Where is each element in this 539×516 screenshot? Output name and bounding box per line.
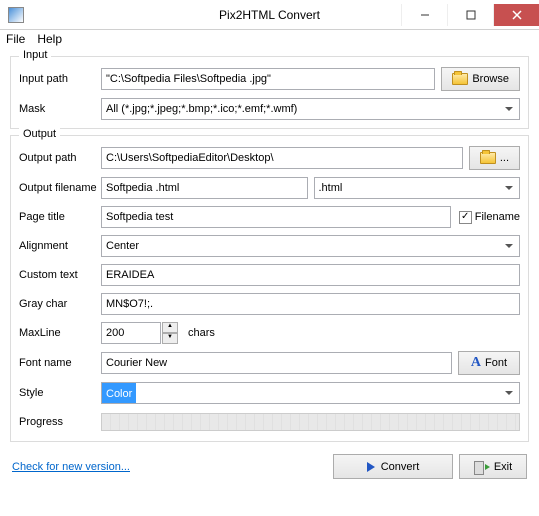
check-version-link[interactable]: Check for new version... — [12, 461, 130, 473]
maxline-label: MaxLine — [19, 327, 101, 339]
font-name-field[interactable] — [101, 352, 452, 374]
maxline-field[interactable] — [101, 322, 161, 344]
filename-checkbox[interactable]: ✓ — [459, 211, 472, 224]
style-label: Style — [19, 387, 101, 399]
exit-icon — [474, 461, 488, 473]
maxline-up[interactable]: ▲ — [162, 322, 178, 333]
output-path-field[interactable] — [101, 147, 463, 169]
convert-button[interactable]: Convert — [333, 454, 453, 479]
exit-button[interactable]: Exit — [459, 454, 527, 479]
menu-help[interactable]: Help — [37, 32, 62, 48]
page-title-field[interactable] — [101, 206, 451, 228]
input-group-title: Input — [19, 49, 51, 61]
app-icon — [8, 7, 24, 23]
filename-checkbox-label: Filename — [475, 211, 520, 223]
menu-file[interactable]: File — [6, 32, 25, 48]
maximize-button[interactable] — [447, 4, 493, 26]
chars-label: chars — [188, 327, 215, 339]
input-path-label: Input path — [19, 73, 101, 85]
browse-button[interactable]: Browse — [441, 67, 520, 91]
play-icon — [367, 462, 375, 472]
menubar: File Help — [0, 30, 539, 50]
close-button[interactable] — [493, 4, 539, 26]
output-group-title: Output — [19, 128, 60, 140]
progress-bar — [101, 413, 520, 431]
footer: Check for new version... Convert Exit — [10, 448, 529, 479]
font-name-label: Font name — [19, 357, 101, 369]
folder-icon — [480, 152, 496, 164]
output-group: Output Output path ... Output filename .… — [10, 135, 529, 442]
titlebar: Pix2HTML Convert — [0, 0, 539, 30]
extension-select[interactable]: .html — [314, 177, 521, 199]
font-button[interactable]: A Font — [458, 351, 520, 375]
page-title-label: Page title — [19, 211, 101, 223]
gray-char-field[interactable] — [101, 293, 520, 315]
folder-icon — [452, 73, 468, 85]
window-title: Pix2HTML Convert — [219, 8, 320, 22]
minimize-button[interactable] — [401, 4, 447, 26]
maxline-down[interactable]: ▼ — [162, 333, 178, 344]
style-select[interactable]: Color — [101, 382, 520, 404]
alignment-select[interactable]: Center — [101, 235, 520, 257]
output-filename-label: Output filename — [19, 182, 101, 194]
output-filename-field[interactable] — [101, 177, 308, 199]
output-browse-button[interactable]: ... — [469, 146, 520, 170]
input-group: Input Input path Browse Mask All (*.jpg;… — [10, 56, 529, 129]
input-path-field[interactable] — [101, 68, 435, 90]
custom-text-field[interactable] — [101, 264, 520, 286]
custom-text-label: Custom text — [19, 269, 101, 281]
progress-label: Progress — [19, 416, 101, 428]
output-path-label: Output path — [19, 152, 101, 164]
mask-label: Mask — [19, 103, 101, 115]
alignment-label: Alignment — [19, 240, 101, 252]
font-icon: A — [471, 355, 481, 371]
gray-char-label: Gray char — [19, 298, 101, 310]
mask-select[interactable]: All (*.jpg;*.jpeg;*.bmp;*.ico;*.emf;*.wm… — [101, 98, 520, 120]
